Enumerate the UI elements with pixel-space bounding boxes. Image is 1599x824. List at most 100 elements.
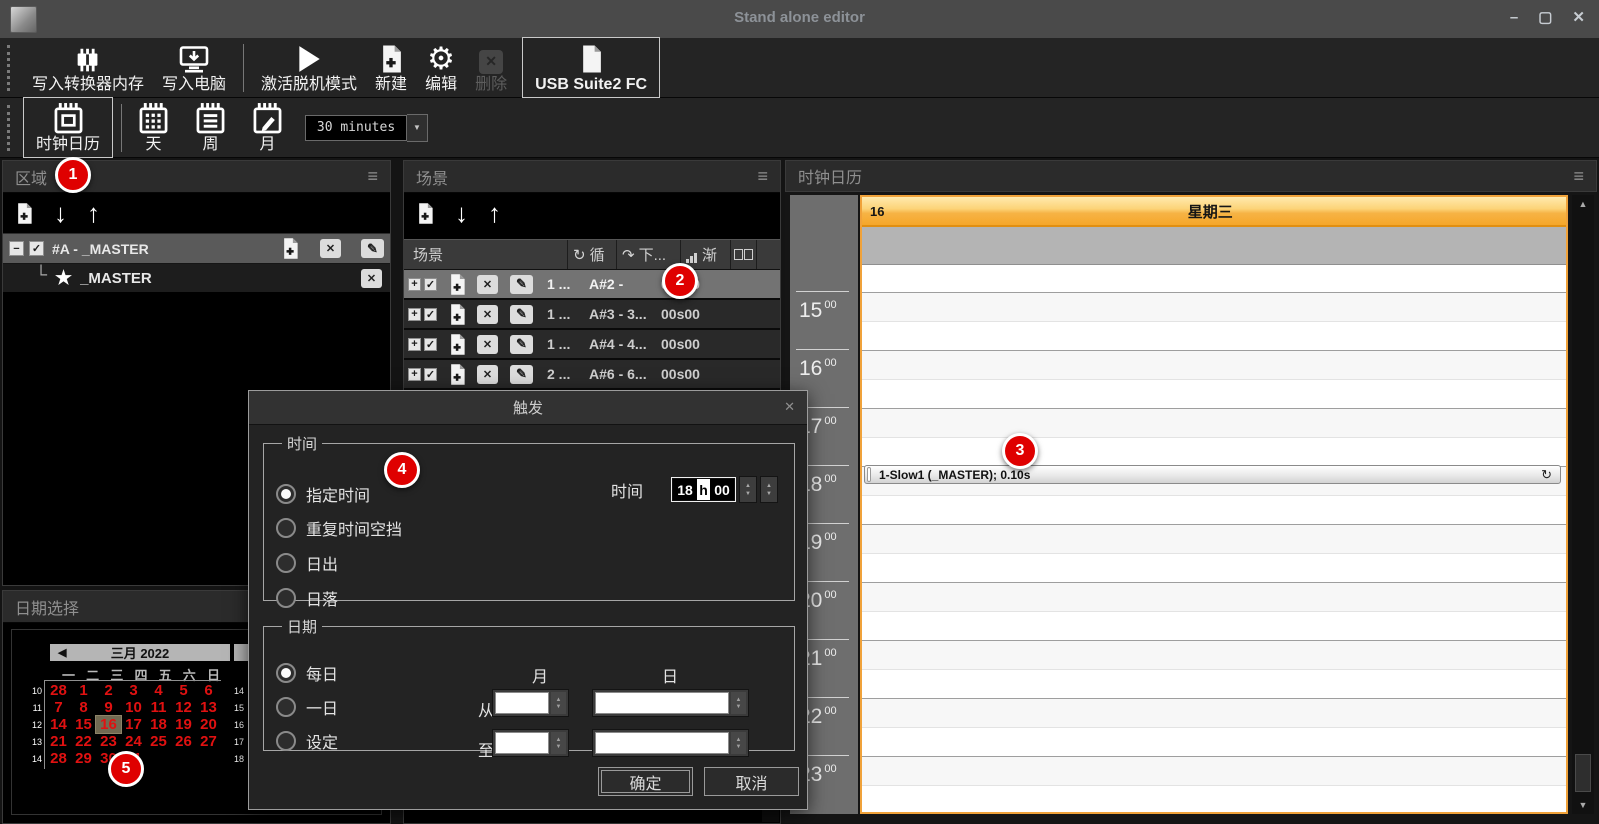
new-button[interactable]: 新建 xyxy=(366,39,416,97)
all-day-area[interactable] xyxy=(862,227,1566,265)
move-up-icon[interactable]: ↑ xyxy=(87,198,100,228)
hour-spin-buttons[interactable]: ▲ ▼ xyxy=(739,476,757,503)
radio-sunset[interactable]: 日落 xyxy=(276,586,338,610)
radio-specified-time[interactable]: 指定时间 xyxy=(276,482,370,506)
move-down-icon[interactable]: ↓ xyxy=(455,198,468,228)
delete-scene-icon[interactable]: ✕ xyxy=(477,365,498,384)
calendar-day[interactable]: 19 xyxy=(171,716,196,733)
calendar-day[interactable]: 3 xyxy=(121,682,146,699)
calendar-day[interactable]: 9 xyxy=(96,699,121,716)
radio-sunrise[interactable]: 日出 xyxy=(276,551,338,575)
calendar-day[interactable]: 8 xyxy=(71,699,96,716)
calendar-day[interactable]: 17 xyxy=(121,716,146,733)
duplicate-scene-icon[interactable] xyxy=(448,303,467,326)
calendar-day[interactable]: 24 xyxy=(121,733,146,750)
edit-button[interactable]: ⚙ 编辑 xyxy=(416,39,466,97)
delete-scene-icon[interactable]: ✕ xyxy=(477,305,498,324)
month-view-button[interactable]: 月 xyxy=(244,99,291,157)
spin-buttons[interactable]: ▲▼ xyxy=(731,732,746,754)
scene-checkbox[interactable]: ✓ xyxy=(424,338,437,351)
calendar-day[interactable]: 27 xyxy=(196,733,221,750)
calendar-day[interactable]: 4 xyxy=(146,682,171,699)
time-slot[interactable] xyxy=(862,699,1566,728)
scroll-down-icon[interactable]: ▼ xyxy=(1572,800,1594,810)
hour-value[interactable]: 18 xyxy=(673,479,697,500)
edit-scene-icon[interactable]: ✎ xyxy=(510,275,533,294)
dialog-title-bar[interactable]: 触发 ✕ xyxy=(249,391,807,425)
to-day-input[interactable] xyxy=(595,732,729,754)
to-month-field[interactable]: ▲▼ xyxy=(492,729,569,757)
time-slot[interactable] xyxy=(862,351,1566,380)
calendar-day[interactable]: 7 xyxy=(46,699,71,716)
add-subzone-icon[interactable] xyxy=(281,237,300,260)
time-slot[interactable] xyxy=(862,554,1566,583)
expand-icon[interactable]: + xyxy=(408,308,421,321)
time-slot[interactable] xyxy=(862,757,1566,786)
minute-value[interactable]: 00 xyxy=(710,479,734,500)
time-slot[interactable] xyxy=(862,380,1566,409)
scene-row[interactable]: + ✓ ✕ ✎ 1 ... A#2 - 00s00 xyxy=(404,270,780,300)
week-view-button[interactable]: 周 xyxy=(187,99,234,157)
calendar-day[interactable]: 18 xyxy=(146,716,171,733)
move-up-icon[interactable]: ↑ xyxy=(488,198,501,228)
calendar-day[interactable]: 5 xyxy=(171,682,196,699)
write-converter-button[interactable]: 写入转换器内存 xyxy=(23,39,153,97)
close-button[interactable]: ✕ xyxy=(1572,7,1585,29)
column-frames[interactable] xyxy=(731,240,757,269)
spin-up-icon[interactable]: ▲ xyxy=(745,483,751,489)
time-slot[interactable] xyxy=(862,409,1566,438)
calendar-day[interactable]: 28 xyxy=(46,682,71,699)
edit-scene-icon[interactable]: ✎ xyxy=(510,305,533,324)
scene-checkbox[interactable]: ✓ xyxy=(424,368,437,381)
calendar-day[interactable]: 23 xyxy=(96,733,121,750)
panel-menu-icon[interactable]: ≡ xyxy=(757,166,768,187)
dropdown-arrow-icon[interactable]: ▼ xyxy=(407,114,428,142)
to-day-field[interactable]: ▲▼ xyxy=(592,729,749,757)
toolbar-grip[interactable] xyxy=(7,45,15,91)
spin-down-icon[interactable]: ▼ xyxy=(766,491,772,497)
add-zone-icon[interactable] xyxy=(15,202,34,225)
calendar-day[interactable]: 2 xyxy=(96,682,121,699)
calendar-day[interactable]: 25 xyxy=(146,733,171,750)
column-scene[interactable]: 场景 xyxy=(404,240,568,269)
zone-checkbox[interactable]: ✓ xyxy=(29,241,44,256)
spin-buttons[interactable]: ▲▼ xyxy=(731,692,746,714)
write-pc-button[interactable]: 写入电脑 xyxy=(153,39,235,97)
collapse-icon[interactable]: − xyxy=(9,241,24,256)
move-down-icon[interactable]: ↓ xyxy=(54,198,67,228)
duplicate-scene-icon[interactable] xyxy=(448,273,467,296)
radio-daily[interactable]: 每日 xyxy=(276,661,338,685)
time-slot[interactable] xyxy=(862,496,1566,525)
scene-row[interactable]: + ✓ ✕ ✎ 2 ... A#6 - 6... 00s00 xyxy=(404,360,780,390)
scene-checkbox[interactable]: ✓ xyxy=(424,278,437,291)
panel-menu-icon[interactable]: ≡ xyxy=(1573,166,1584,187)
scheduled-event[interactable]: 1-Slow1 (_MASTER); 0.10s ↻ xyxy=(864,465,1561,484)
usb-suite-button[interactable]: USB Suite2 FC xyxy=(522,37,660,99)
calendar-day[interactable]: 10 xyxy=(121,699,146,716)
from-day-field[interactable]: ▲▼ xyxy=(592,689,749,717)
calendar-day[interactable]: 22 xyxy=(71,733,96,750)
clock-calendar-view-button[interactable]: 时钟日历 xyxy=(23,97,113,159)
radio-set-range[interactable]: 设定 xyxy=(276,729,338,753)
edit-zone-icon[interactable]: ✎ xyxy=(361,239,384,258)
day-header[interactable]: 16 星期三 xyxy=(862,197,1566,227)
scene-row[interactable]: + ✓ ✕ ✎ 1 ... A#3 - 3... 00s00 xyxy=(404,300,780,330)
time-slot[interactable] xyxy=(862,265,1566,293)
calendar-day[interactable]: 13 xyxy=(196,699,221,716)
duplicate-scene-icon[interactable] xyxy=(448,363,467,386)
calendar-day[interactable]: 1 xyxy=(71,682,96,699)
dialog-close-icon[interactable]: ✕ xyxy=(784,399,795,415)
spin-up-icon[interactable]: ▲ xyxy=(766,483,772,489)
activate-offline-button[interactable]: 激活脱机模式 xyxy=(252,39,366,97)
maximize-button[interactable]: ▢ xyxy=(1538,7,1552,29)
delete-scene-icon[interactable]: ✕ xyxy=(477,335,498,354)
calendar-day[interactable]: 14 xyxy=(46,716,71,733)
scene-checkbox[interactable]: ✓ xyxy=(424,308,437,321)
spin-buttons[interactable]: ▲▼ xyxy=(551,732,566,754)
expand-icon[interactable]: + xyxy=(408,278,421,291)
ok-button[interactable]: 确定 xyxy=(598,767,693,796)
from-day-input[interactable] xyxy=(595,692,729,714)
calendar-day[interactable]: 11 xyxy=(146,699,171,716)
expand-icon[interactable]: + xyxy=(408,338,421,351)
time-spinner[interactable]: 18 h 00 xyxy=(671,477,736,502)
